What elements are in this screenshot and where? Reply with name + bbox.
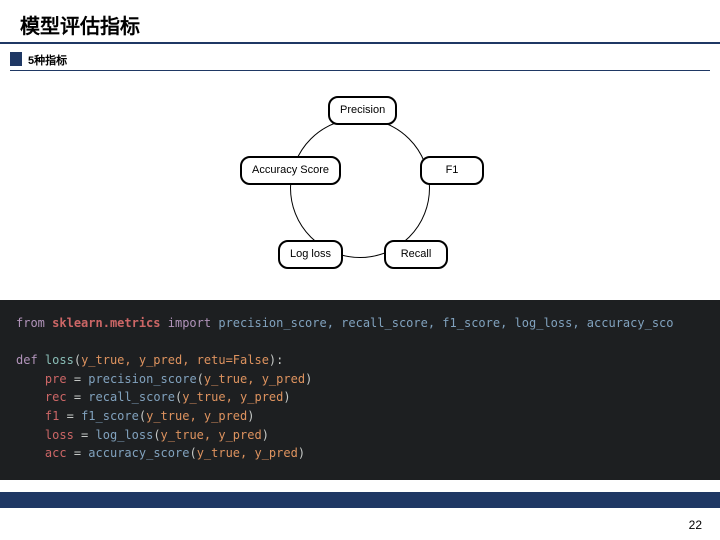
page-title: 模型评估指标 — [20, 10, 140, 39]
code-module: sklearn.metrics — [52, 316, 160, 330]
subtitle-underline — [10, 70, 710, 71]
diagram-ring — [290, 118, 430, 258]
code-call: recall_score — [88, 390, 175, 404]
metrics-diagram: Precision Accuracy Score F1 Log loss Rec… — [0, 88, 720, 308]
code-keyword: from — [16, 316, 45, 330]
code-imports: precision_score, recall_score, f1_score,… — [218, 316, 673, 330]
code-var: loss — [45, 428, 74, 442]
title-underline — [0, 42, 720, 44]
code-call: f1_score — [81, 409, 139, 423]
code-eq: = — [226, 353, 233, 367]
page-number: 22 — [689, 518, 702, 532]
slide: 模型评估指标 5种指标 Precision Accuracy Score F1 … — [0, 0, 720, 540]
code-args: y_true, y_pred — [204, 372, 305, 386]
code-args: y_true, y_pred — [182, 390, 283, 404]
code-var: acc — [45, 446, 67, 460]
code-args: y_true, y_pred — [197, 446, 298, 460]
code-var: pre — [45, 372, 67, 386]
code-block: from sklearn.metrics import precision_sc… — [0, 300, 720, 480]
code-var: rec — [45, 390, 67, 404]
subtitle-marker — [10, 52, 22, 66]
code-call: precision_score — [88, 372, 196, 386]
code-call: log_loss — [96, 428, 154, 442]
footer-bar — [0, 492, 720, 508]
subtitle: 5种指标 — [28, 52, 67, 68]
code-keyword: def — [16, 353, 38, 367]
code-var: f1 — [45, 409, 59, 423]
node-precision: Precision — [328, 96, 397, 125]
code-bool: False — [233, 353, 269, 367]
node-accuracy-score: Accuracy Score — [240, 156, 341, 185]
code-args: y_true, y_pred, retu — [81, 353, 226, 367]
code-keyword: import — [168, 316, 211, 330]
node-log-loss: Log loss — [278, 240, 343, 269]
code-args: y_true, y_pred — [161, 428, 262, 442]
node-recall: Recall — [384, 240, 448, 269]
code-call: accuracy_score — [88, 446, 189, 460]
node-f1: F1 — [420, 156, 484, 185]
code-func-name: loss — [45, 353, 74, 367]
code-args: y_true, y_pred — [146, 409, 247, 423]
